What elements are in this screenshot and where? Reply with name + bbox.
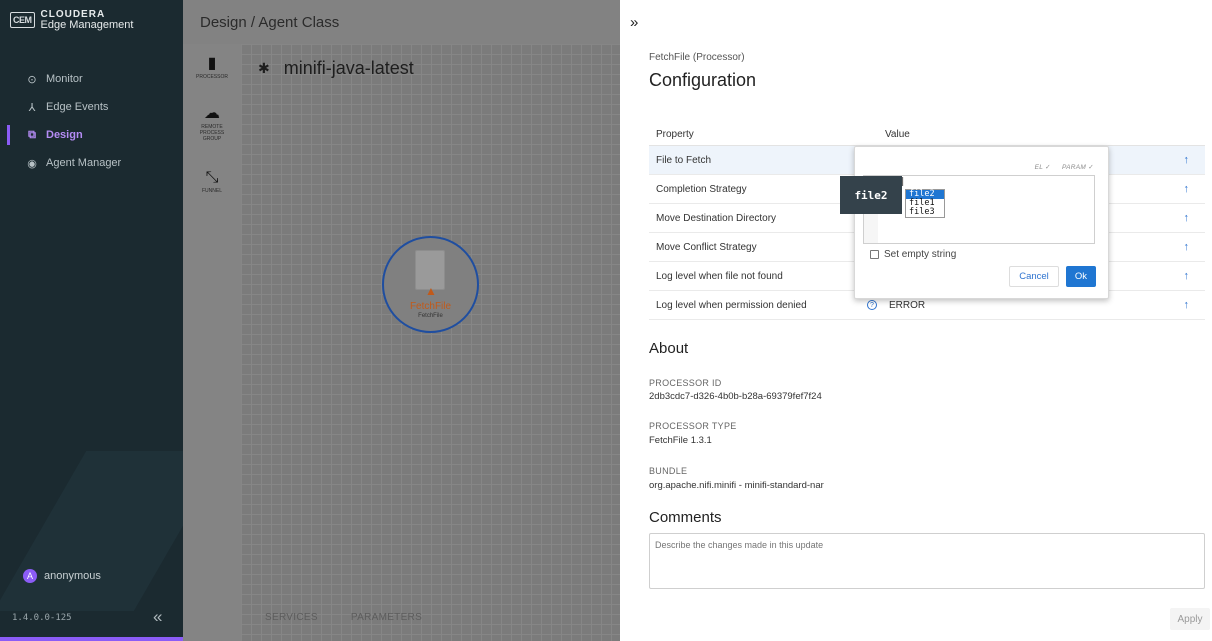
arrow-up-icon[interactable]: ↑ bbox=[1184, 270, 1190, 282]
processor-chip-icon: ▮ bbox=[207, 55, 217, 72]
autocomplete-list: file2 file1 file3 bbox=[905, 189, 945, 218]
arrow-up-icon[interactable]: ↑ bbox=[1184, 183, 1190, 195]
processor-node[interactable]: ▲ FetchFile FetchFile bbox=[382, 236, 479, 333]
bundle-value: org.apache.nifi.minifi - minifi-standard… bbox=[649, 480, 824, 491]
agent-manager-icon: ◉ bbox=[27, 157, 37, 170]
arrow-up-icon[interactable]: ↑ bbox=[1184, 154, 1190, 166]
sidebar-accent-bar bbox=[0, 637, 183, 641]
palette-label: PROCESSOR bbox=[196, 74, 228, 80]
processor-node-type: FetchFile bbox=[418, 313, 443, 319]
param-flag: PARAM ✓ bbox=[1062, 164, 1094, 171]
cancel-button[interactable]: Cancel bbox=[1009, 266, 1059, 287]
flow-canvas-area: Design / Agent Class ▮ PROCESSOR ☁ REMOT… bbox=[183, 0, 620, 641]
help-icon[interactable]: ? bbox=[867, 300, 877, 310]
nav-item-agent-manager[interactable]: ◉ Agent Manager bbox=[0, 149, 183, 177]
el-flag: EL ✓ bbox=[1034, 164, 1051, 171]
tab-parameters[interactable]: PARAMETERS bbox=[351, 612, 422, 623]
property-name: Move Conflict Strategy bbox=[656, 241, 757, 253]
processor-type-value: FetchFile 1.3.1 bbox=[649, 435, 712, 446]
brand-logo[interactable]: CEM CLOUDERA Edge Management bbox=[10, 9, 133, 31]
cem-logo-icon: CEM bbox=[10, 12, 35, 28]
component-palette: ▮ PROCESSOR ☁ REMOTE PROCESS GROUP ⤡ FUN… bbox=[183, 44, 241, 641]
nav-item-design[interactable]: ⧉ Design bbox=[0, 121, 183, 149]
flow-name-label: minifi-java-latest bbox=[283, 58, 414, 78]
avatar: A bbox=[23, 569, 37, 583]
main-nav: ⊙ Monitor ⅄ Edge Events ⧉ Design ◉ Agent… bbox=[0, 65, 183, 177]
processor-id-label: PROCESSOR ID bbox=[649, 378, 722, 388]
column-header-property: Property bbox=[656, 128, 694, 140]
processor-type-label: PROCESSOR TYPE bbox=[649, 421, 737, 431]
design-icon: ⧉ bbox=[28, 128, 36, 141]
property-name: File to Fetch bbox=[656, 154, 712, 166]
checkbox-icon[interactable] bbox=[870, 250, 879, 259]
nav-item-label: Design bbox=[46, 129, 83, 141]
collapse-sidebar-icon[interactable]: « bbox=[153, 607, 162, 627]
asterisk-icon: ✱ bbox=[258, 60, 270, 76]
arrow-up-icon[interactable]: ↑ bbox=[1184, 212, 1190, 224]
nav-item-label: Monitor bbox=[46, 73, 83, 85]
nav-item-monitor[interactable]: ⊙ Monitor bbox=[0, 65, 183, 93]
expand-panel-icon[interactable]: » bbox=[630, 14, 638, 31]
editor-flags: EL ✓ PARAM ✓ bbox=[1026, 163, 1094, 171]
flow-name: ✱ minifi-java-latest bbox=[258, 58, 414, 79]
flow-canvas-grid[interactable] bbox=[241, 44, 620, 641]
apply-button[interactable]: Apply bbox=[1170, 608, 1210, 630]
warning-icon: ▲ bbox=[425, 284, 437, 298]
table-header: Property Value bbox=[649, 123, 1205, 146]
palette-remote-process-group[interactable]: ☁ REMOTE PROCESS GROUP bbox=[183, 104, 241, 142]
palette-label: REMOTE PROCESS GROUP bbox=[199, 124, 225, 142]
tab-services[interactable]: SERVICES bbox=[265, 612, 318, 623]
comments-input[interactable] bbox=[649, 533, 1205, 589]
sidebar-decoration bbox=[0, 451, 183, 611]
column-header-value: Value bbox=[885, 128, 910, 140]
ok-button[interactable]: Ok bbox=[1066, 266, 1096, 287]
autocomplete-item[interactable]: file3 bbox=[906, 208, 944, 217]
suggestion-tooltip: file2 bbox=[840, 176, 902, 214]
user-menu[interactable]: A anonymous bbox=[23, 569, 101, 583]
edge-events-icon: ⅄ bbox=[28, 101, 36, 114]
arrow-up-icon[interactable]: ↑ bbox=[1184, 299, 1190, 311]
page-title: Configuration bbox=[649, 70, 757, 90]
bundle-label: BUNDLE bbox=[649, 466, 688, 476]
arrow-up-icon[interactable]: ↑ bbox=[1184, 241, 1190, 253]
nav-item-label: Agent Manager bbox=[46, 157, 122, 169]
user-name: anonymous bbox=[44, 570, 101, 582]
processor-id-value: 2db3cdc7-d326-4b0b-b28a-69379fef7f24 bbox=[649, 391, 822, 402]
about-heading: About bbox=[649, 340, 689, 357]
breadcrumb: Design / Agent Class bbox=[183, 0, 620, 44]
set-empty-string-checkbox[interactable]: Set empty string bbox=[870, 249, 956, 260]
monitor-icon: ⊙ bbox=[27, 73, 37, 86]
set-empty-string-label: Set empty string bbox=[884, 249, 957, 260]
property-name: Log level when file not found bbox=[656, 270, 783, 282]
canvas-bottom-tabs: SERVICES PARAMETERS bbox=[265, 612, 452, 623]
palette-funnel[interactable]: ⤡ FUNNEL bbox=[183, 168, 241, 194]
palette-processor[interactable]: ▮ PROCESSOR bbox=[183, 54, 241, 80]
palette-label: FUNNEL bbox=[201, 188, 222, 194]
nav-item-edge-events[interactable]: ⅄ Edge Events bbox=[0, 93, 183, 121]
processor-label: FetchFile (Processor) bbox=[649, 52, 745, 63]
comments-heading: Comments bbox=[649, 509, 722, 526]
property-value: ERROR bbox=[889, 299, 926, 311]
nav-item-label: Edge Events bbox=[46, 101, 109, 113]
property-name: Log level when permission denied bbox=[656, 299, 807, 311]
processor-node-name: FetchFile bbox=[409, 301, 452, 312]
version-label: 1.4.0.0-125 bbox=[12, 613, 72, 623]
text-caret: | bbox=[900, 177, 906, 187]
brand-product: Edge Management bbox=[40, 19, 134, 31]
property-value-cell[interactable]: ? ERROR bbox=[867, 299, 1205, 311]
property-name: Move Destination Directory bbox=[656, 212, 777, 224]
funnel-icon: ⤡ bbox=[205, 169, 219, 186]
cloud-icon: ☁ bbox=[204, 105, 220, 122]
sidebar: CEM CLOUDERA Edge Management ⊙ Monitor ⅄… bbox=[0, 0, 183, 641]
value-editor-popover: EL ✓ PARAM ✓ Set empty string Cancel Ok bbox=[854, 146, 1109, 299]
configuration-panel: » FetchFile (Processor) Configuration Pr… bbox=[620, 0, 1212, 641]
